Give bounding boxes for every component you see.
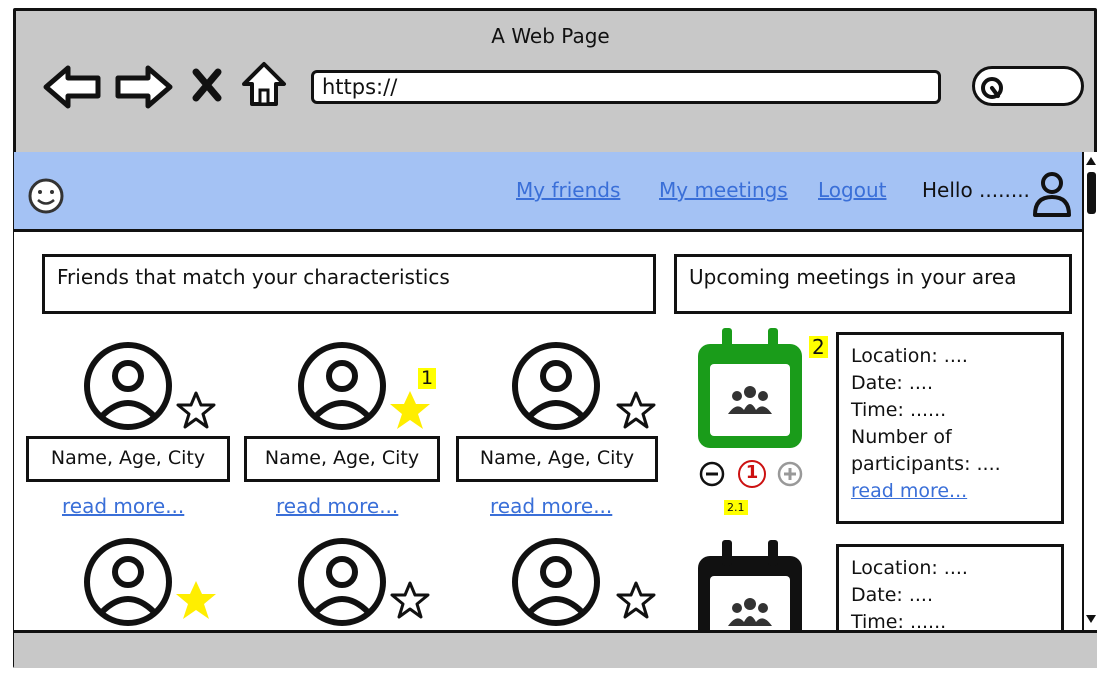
meeting-location: Location: ....: [851, 345, 968, 367]
participant-count: 1: [738, 460, 766, 488]
scroll-down-icon[interactable]: [1084, 612, 1098, 626]
annotation-badge: 2: [809, 336, 828, 358]
friend-read-more-link[interactable]: read more...: [490, 494, 612, 518]
scrollbar-thumb[interactable]: [1087, 172, 1096, 214]
friend-name-box: Name, Age, City: [26, 436, 230, 482]
nav-logout[interactable]: Logout: [818, 178, 886, 202]
friend-read-more-link[interactable]: read more...: [62, 494, 184, 518]
friend-name-box: Name, Age, City: [456, 436, 658, 482]
search-icon[interactable]: [978, 74, 1008, 104]
window-title: A Web Page: [491, 24, 610, 48]
meeting-time: Time: ......: [851, 399, 947, 421]
friend-avatar-icon[interactable]: [510, 536, 602, 630]
nav-my-friends[interactable]: My friends: [516, 178, 620, 202]
smiley-logo-icon: [28, 178, 64, 214]
status-bar: [14, 630, 1097, 668]
annotation-badge: 1: [418, 368, 437, 389]
favorite-star-filled-icon[interactable]: [388, 388, 432, 432]
friends-section-header: Friends that match your characteristics: [42, 254, 656, 314]
friend-avatar-icon[interactable]: [296, 340, 388, 432]
forward-arrow-icon[interactable]: [112, 64, 174, 110]
user-greeting: Hello ........: [922, 178, 1030, 202]
favorite-star-icon[interactable]: [176, 390, 216, 430]
friend-avatar-icon[interactable]: [82, 536, 174, 630]
favorite-star-icon[interactable]: [616, 580, 656, 620]
vertical-scrollbar[interactable]: [1082, 152, 1099, 630]
friend-avatar-icon[interactable]: [82, 340, 174, 432]
address-bar[interactable]: https://: [311, 70, 941, 104]
decrease-icon[interactable]: [698, 460, 726, 488]
stop-icon[interactable]: [192, 68, 222, 102]
meeting-location: Location: ....: [851, 557, 968, 579]
scroll-up-icon[interactable]: [1084, 154, 1098, 168]
favorite-star-filled-icon[interactable]: [174, 578, 218, 622]
meeting-participants: Number of participants: ....: [851, 426, 1001, 475]
favorite-star-icon[interactable]: [390, 580, 430, 620]
meetings-section-header: Upcoming meetings in your area: [674, 254, 1072, 314]
favorite-star-icon[interactable]: [616, 390, 656, 430]
back-arrow-icon[interactable]: [42, 64, 104, 110]
friend-avatar-icon[interactable]: [510, 340, 602, 432]
meeting-calendar-icon[interactable]: [694, 326, 810, 454]
annotation-badge: 2.1: [724, 500, 748, 515]
increase-icon[interactable]: [776, 460, 804, 488]
home-icon[interactable]: [240, 60, 288, 108]
friend-read-more-link[interactable]: read more...: [276, 494, 398, 518]
meeting-date: Date: ....: [851, 584, 934, 606]
meeting-calendar-icon[interactable]: [694, 538, 810, 630]
friend-avatar-icon[interactable]: [296, 536, 388, 630]
friend-name-box: Name, Age, City: [244, 436, 440, 482]
user-icon[interactable]: [1032, 170, 1072, 220]
meeting-read-more-link[interactable]: read more...: [851, 480, 967, 502]
meeting-date: Date: ....: [851, 372, 934, 394]
meeting-info-box: Location: .... Date: .... Time: ...... N…: [836, 332, 1064, 524]
nav-my-meetings[interactable]: My meetings: [659, 178, 788, 202]
